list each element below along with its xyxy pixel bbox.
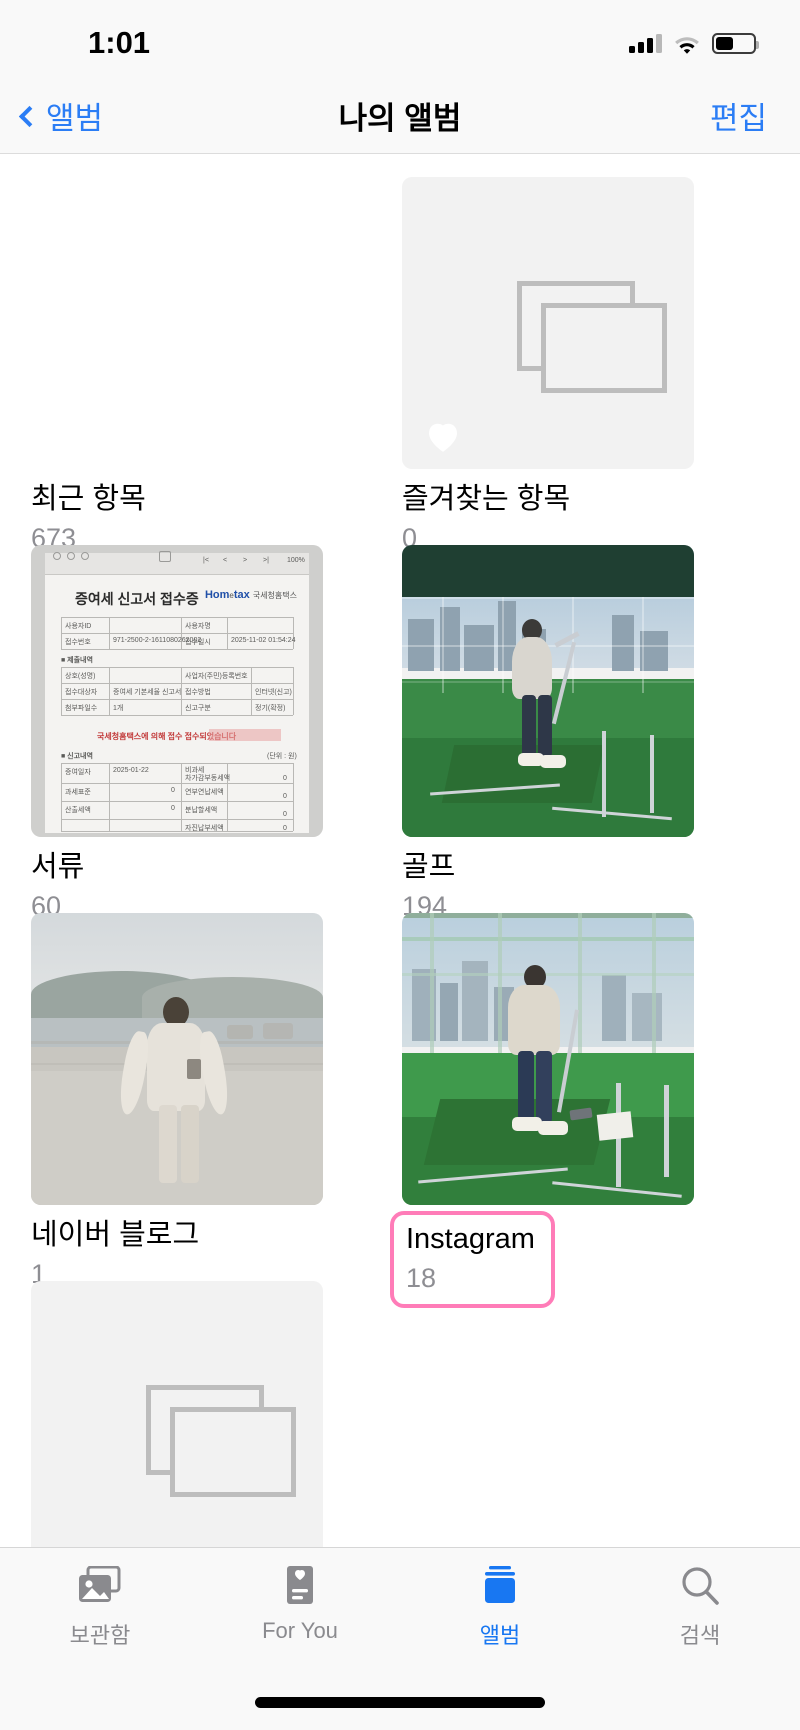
album-grid: 최근 항목 673 즐겨찾는 항목 0 |< < > >| 100% 증여세 신… [0,155,800,1547]
back-button-label: 앨범 [46,101,104,136]
album-name: 최근 항목 [31,483,146,515]
album-text: 네이버 블로그 1 [31,1219,323,1290]
tab-search[interactable]: 검색 [600,1562,800,1680]
album-thumbnail[interactable] [31,913,323,1205]
empty-album-placeholder-icon [146,1385,296,1497]
tab-for-you[interactable]: For You [200,1562,400,1680]
edit-button[interactable]: 편집 [710,93,767,138]
iphone-photos-albums-screen: 1:01 앨범 나의 앨범 편집 최근 항목 673 즐겨찾는 항목 0 |< … [0,0,800,1730]
album-thumbnail[interactable] [31,177,323,469]
album-text: 즐겨찾는 항목 0 [402,483,694,554]
album-text: 골프 194 [402,851,694,922]
album-card-documents[interactable]: |< < > >| 100% 증여세 신고서 접수증 Hometax 국세청홈택… [31,545,323,922]
tab-label: For You [262,1618,338,1643]
chevron-left-icon [18,105,41,127]
tab-library[interactable]: 보관함 [0,1562,200,1680]
album-grid-scroll-area[interactable]: 최근 항목 673 즐겨찾는 항목 0 |< < > >| 100% 증여세 신… [0,155,800,1547]
back-button[interactable]: 앨범 [18,93,104,138]
album-card-naver-blog[interactable]: 네이버 블로그 1 [31,913,323,1290]
battery-icon [712,32,759,54]
status-bar: 1:01 [0,0,800,78]
album-name: 즐겨찾는 항목 [402,483,571,515]
page-title: 나의 앨범 [338,101,462,136]
home-indicator[interactable] [255,1697,545,1708]
status-bar-time: 1:01 [88,25,151,60]
album-text: 서류 60 [31,851,323,922]
album-card-golf[interactable]: 골프 194 [402,545,694,922]
golf-range-photo [402,545,694,837]
tab-label: 앨범 [479,1623,521,1648]
tab-albums[interactable]: 앨범 [400,1562,600,1680]
album-thumbnail[interactable]: |< < > >| 100% 증여세 신고서 접수증 Hometax 국세청홈택… [31,545,323,837]
tab-bar: 보관함 For You 앨범 검색 [0,1547,800,1730]
album-card-next-partial[interactable] [31,1281,323,1547]
photos-library-icon [77,1562,123,1610]
album-thumbnail[interactable] [402,913,694,1205]
tab-label: 보관함 [69,1623,131,1648]
album-name: 골프 [402,851,456,883]
album-name: 네이버 블로그 [31,1219,200,1251]
blog-walk-photo [31,913,323,1205]
album-text: 최근 항목 673 [31,483,323,554]
navigation-bar: 앨범 나의 앨범 편집 [0,78,800,154]
heart-icon [429,423,457,452]
album-text-highlighted: Instagram 18 [390,1211,555,1309]
album-count: 18 [406,1263,437,1294]
albums-stack-icon [480,1562,520,1610]
document-photo: |< < > >| 100% 증여세 신고서 접수증 Hometax 국세청홈택… [31,545,323,837]
album-thumbnail[interactable] [402,545,694,837]
for-you-card-icon [281,1562,319,1610]
tab-label: 검색 [679,1623,721,1648]
cellular-bars-icon [629,33,662,53]
album-card-instagram[interactable]: Instagram 18 [390,913,694,1309]
doc-title: 증여세 신고서 접수증 [75,591,199,607]
album-name: 서류 [31,851,85,883]
album-thumbnail[interactable] [31,1281,323,1547]
wifi-icon [675,36,699,54]
empty-album-placeholder-icon [517,281,667,393]
status-bar-indicators [629,25,759,54]
search-magnifier-icon [679,1562,721,1610]
album-card-recents[interactable]: 최근 항목 673 [31,177,323,554]
album-card-favorites[interactable]: 즐겨찾는 항목 0 [402,177,694,554]
doc-logo: Hometax 국세청홈택스 [204,589,297,601]
doc-zoom-value: 100% [287,557,305,564]
golf-swing-photo [402,913,694,1205]
album-name: Instagram [406,1223,535,1255]
album-thumbnail[interactable] [402,177,694,469]
